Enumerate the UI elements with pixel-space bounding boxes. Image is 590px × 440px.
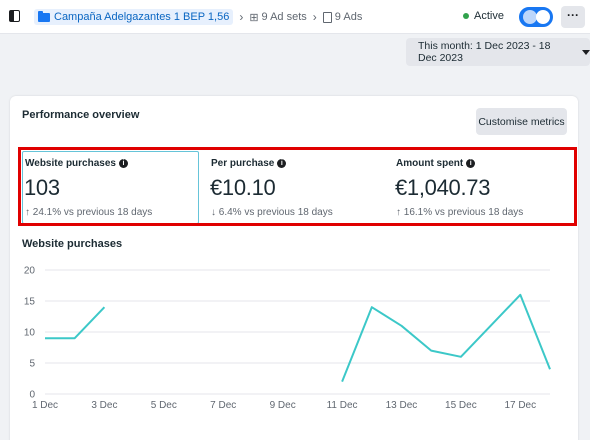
chevron-right-icon: › bbox=[239, 10, 244, 24]
active-toggle[interactable] bbox=[519, 7, 553, 27]
chart-title: Website purchases bbox=[22, 238, 123, 250]
x-tick-label: 13 Dec bbox=[386, 400, 418, 411]
x-tick-label: 1 Dec bbox=[32, 400, 58, 411]
ad-page-icon bbox=[322, 11, 332, 23]
breadcrumb-ads[interactable]: 9 Ads bbox=[322, 11, 363, 23]
x-tick-label: 9 Dec bbox=[270, 400, 296, 411]
series-line-segment bbox=[45, 306, 106, 340]
sidebar-toggle-icon[interactable] bbox=[9, 10, 20, 22]
purchases-line-chart: 0 5 10 15 20 1 Dec 3 Dec 5 Dec 7 Dec 9 Dec 11 Dec… bbox=[24, 266, 551, 411]
more-options-button[interactable]: ··· bbox=[561, 6, 585, 28]
y-tick-label: 0 bbox=[29, 390, 35, 401]
folder-icon bbox=[38, 10, 50, 22]
breadcrumb-ad-sets-label: 9 Ad sets bbox=[261, 11, 307, 23]
date-range-picker[interactable]: This month: 1 Dec 2023 - 18 Dec 2023 bbox=[406, 38, 590, 66]
breadcrumb-ads-label: 9 Ads bbox=[334, 11, 363, 23]
status-dot-icon bbox=[463, 13, 470, 19]
top-bar: Campaña Adelgazantes 1 BEP 1,56 › ⊞ 9 Ad… bbox=[0, 0, 590, 34]
y-tick-label: 15 bbox=[24, 297, 36, 308]
x-tick-label: 15 Dec bbox=[445, 400, 477, 411]
breadcrumb-ad-sets[interactable]: ⊞ 9 Ad sets bbox=[249, 11, 306, 24]
y-tick-label: 10 bbox=[24, 328, 36, 339]
x-tick-label: 7 Dec bbox=[210, 400, 236, 411]
card-title: Performance overview bbox=[22, 109, 140, 121]
date-range-label: This month: 1 Dec 2023 - 18 Dec 2023 bbox=[418, 40, 551, 64]
ad-sets-grid-icon: ⊞ bbox=[249, 11, 259, 24]
x-tick-label: 17 Dec bbox=[504, 400, 536, 411]
x-tick-label: 5 Dec bbox=[151, 400, 177, 411]
caret-down-icon bbox=[582, 49, 590, 55]
x-tick-label: 11 Dec bbox=[327, 400, 358, 411]
y-tick-label: 5 bbox=[29, 359, 35, 370]
chevron-right-icon: › bbox=[312, 10, 317, 24]
breadcrumb-campaign[interactable]: Campaña Adelgazantes 1 BEP 1,56 bbox=[34, 9, 234, 25]
status-label: Active bbox=[474, 10, 504, 22]
customise-metrics-button[interactable]: Customise metrics bbox=[476, 108, 567, 135]
highlight-box bbox=[18, 147, 577, 226]
x-tick-label: 3 Dec bbox=[91, 400, 117, 411]
breadcrumb: Campaña Adelgazantes 1 BEP 1,56 › ⊞ 9 Ad… bbox=[34, 8, 362, 26]
series-line-segment bbox=[341, 293, 551, 382]
breadcrumb-campaign-label: Campaña Adelgazantes 1 BEP 1,56 bbox=[54, 11, 230, 23]
status-indicator: Active bbox=[463, 10, 504, 22]
y-tick-label: 20 bbox=[24, 266, 36, 277]
